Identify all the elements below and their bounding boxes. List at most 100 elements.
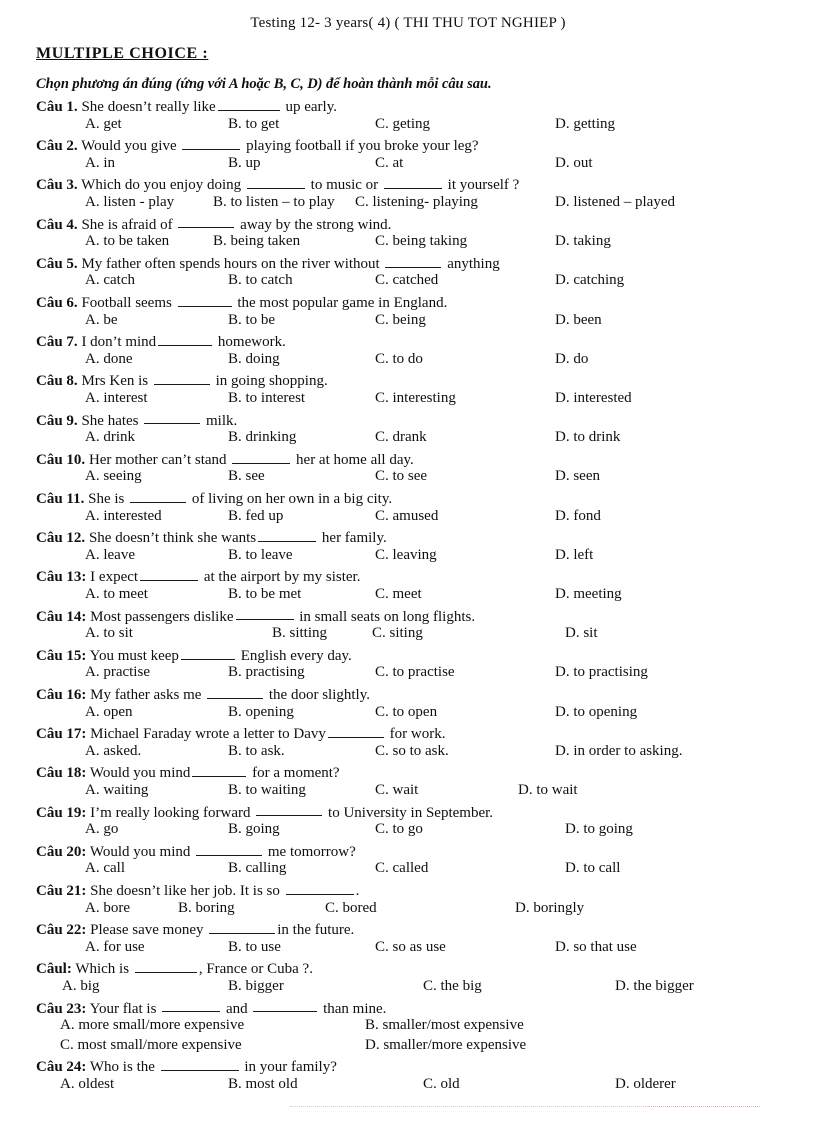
answer-option[interactable]: B. smaller/most expensive (365, 1017, 524, 1034)
answer-blank[interactable] (180, 645, 235, 660)
answer-option[interactable]: B. to get (228, 116, 279, 133)
answer-option[interactable]: A. asked. (85, 743, 141, 760)
answer-option[interactable]: B. up (228, 155, 261, 172)
answer-option[interactable]: B. to be (228, 312, 275, 329)
answer-blank[interactable] (246, 174, 305, 190)
answer-option[interactable]: C. drank (375, 429, 427, 446)
answer-option[interactable]: A. be (85, 312, 118, 329)
answer-option[interactable]: B. to interest (228, 390, 305, 407)
answer-option[interactable]: C. to do (375, 351, 423, 368)
answer-option[interactable]: B. bigger (228, 978, 284, 995)
answer-option[interactable]: D. smaller/more expensive (365, 1037, 526, 1054)
answer-blank[interactable] (162, 998, 221, 1013)
answer-option[interactable]: A. more small/more expensive (60, 1017, 244, 1034)
answer-option[interactable]: B. doing (228, 351, 280, 368)
answer-option[interactable]: D. to wait (518, 782, 578, 799)
answer-blank[interactable] (134, 958, 197, 974)
answer-option[interactable]: D. to opening (555, 704, 637, 721)
answer-option[interactable]: A. to sit (85, 625, 133, 642)
answer-blank-second[interactable] (253, 998, 318, 1013)
answer-option[interactable]: C. geting (375, 116, 430, 133)
answer-option[interactable]: A. in (85, 155, 115, 172)
answer-option[interactable]: A. for use (85, 939, 145, 956)
answer-option[interactable]: D. taking (555, 233, 611, 250)
answer-option[interactable]: D. catching (555, 272, 624, 289)
answer-option[interactable]: C. the big (423, 978, 482, 995)
answer-option[interactable]: A. call (85, 860, 125, 877)
answer-option[interactable]: D. in order to asking. (555, 743, 682, 760)
answer-option[interactable]: C. old (423, 1076, 460, 1093)
answer-option[interactable]: C. catched (375, 272, 438, 289)
answer-option[interactable]: D. meeting (555, 586, 622, 603)
answer-option[interactable]: D. interested (555, 390, 632, 407)
answer-option[interactable]: C. siting (372, 625, 423, 642)
answer-option[interactable]: C. at (375, 155, 403, 172)
answer-option[interactable]: B. calling (228, 860, 286, 877)
answer-option[interactable]: C. meet (375, 586, 422, 603)
answer-option[interactable]: A. open (85, 704, 133, 721)
answer-option[interactable]: A. seeing (85, 468, 142, 485)
answer-option[interactable]: C. leaving (375, 547, 437, 564)
answer-option[interactable]: A. done (85, 351, 133, 368)
answer-option[interactable]: C. to see (375, 468, 427, 485)
answer-option[interactable]: B. to listen – to play (213, 194, 335, 211)
answer-option[interactable]: D. out (555, 155, 593, 172)
answer-option[interactable]: B. practising (228, 664, 305, 681)
answer-option[interactable]: B. being taken (213, 233, 300, 250)
answer-blank[interactable] (140, 566, 199, 582)
answer-option[interactable]: D. been (555, 312, 602, 329)
answer-option[interactable]: C. bored (325, 900, 377, 917)
answer-option[interactable]: A. get (85, 116, 122, 133)
answer-option[interactable]: D. boringly (515, 900, 584, 917)
answer-option[interactable]: C. being taking (375, 233, 467, 250)
answer-blank-second[interactable] (383, 174, 442, 190)
answer-option[interactable]: D. sit (565, 625, 598, 642)
answer-option[interactable]: B. to be met (228, 586, 301, 603)
answer-option[interactable]: D. so that use (555, 939, 637, 956)
answer-blank[interactable] (217, 96, 280, 111)
answer-blank[interactable] (160, 1056, 239, 1072)
answer-option[interactable]: D. to practising (555, 664, 648, 681)
answer-blank[interactable] (158, 331, 213, 346)
answer-option[interactable]: B. see (228, 468, 265, 485)
answer-blank[interactable] (196, 841, 263, 856)
answer-option[interactable]: A. catch (85, 272, 135, 289)
answer-option[interactable]: C. to go (375, 821, 423, 838)
answer-blank[interactable] (327, 723, 384, 738)
answer-option[interactable]: A. interest (85, 390, 147, 407)
answer-blank[interactable] (177, 292, 232, 307)
answer-option[interactable]: D. seen (555, 468, 600, 485)
answer-option[interactable]: B. opening (228, 704, 294, 721)
answer-option[interactable]: D. to drink (555, 429, 620, 446)
answer-option[interactable]: C. to practise (375, 664, 455, 681)
answer-option[interactable]: A. listen - play (85, 194, 174, 211)
answer-option[interactable]: B. most old (228, 1076, 298, 1093)
answer-option[interactable]: C. interesting (375, 390, 456, 407)
answer-option[interactable]: A. practise (85, 664, 150, 681)
answer-blank[interactable] (130, 488, 187, 503)
answer-option[interactable]: D. left (555, 547, 593, 564)
answer-option[interactable]: C. most small/more expensive (60, 1037, 242, 1054)
answer-blank[interactable] (209, 919, 276, 934)
answer-option[interactable]: B. fed up (228, 508, 283, 525)
answer-blank[interactable] (256, 802, 323, 817)
answer-option[interactable]: A. waiting (85, 782, 148, 799)
answer-option[interactable]: D. to call (565, 860, 620, 877)
answer-blank[interactable] (235, 606, 294, 621)
answer-option[interactable]: C. so as use (375, 939, 446, 956)
answer-blank[interactable] (144, 410, 201, 425)
answer-blank[interactable] (207, 684, 264, 699)
answer-option[interactable]: B. sitting (272, 625, 327, 642)
answer-option[interactable]: D. fond (555, 508, 601, 525)
answer-option[interactable]: A. leave (85, 547, 135, 564)
answer-option[interactable]: A. bore (85, 900, 130, 917)
answer-blank[interactable] (285, 880, 354, 895)
answer-option[interactable]: A. go (85, 821, 118, 838)
answer-option[interactable]: D. listened – played (555, 194, 675, 211)
answer-option[interactable]: D. do (555, 351, 588, 368)
answer-option[interactable]: A. to meet (85, 586, 148, 603)
answer-option[interactable]: A. big (62, 978, 100, 995)
answer-option[interactable]: C. to open (375, 704, 437, 721)
answer-option[interactable]: B. boring (178, 900, 235, 917)
answer-option[interactable]: B. going (228, 821, 280, 838)
